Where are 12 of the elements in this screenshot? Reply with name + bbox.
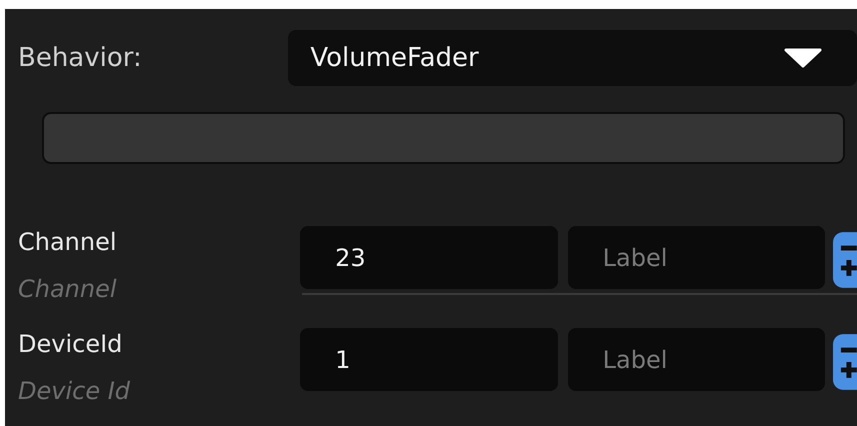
label-field[interactable]: Label xyxy=(568,328,826,391)
caret-icon xyxy=(784,48,822,68)
value-field[interactable]: 23 xyxy=(300,226,558,289)
field-hint: Device Id xyxy=(18,376,132,407)
label-field[interactable]: Label xyxy=(568,226,826,289)
behavior-label: Behavior: xyxy=(17,43,143,73)
behavior-dropdown[interactable]: VolumeFader xyxy=(288,30,857,86)
field-label: Channel xyxy=(18,227,118,258)
value-field[interactable]: 1 xyxy=(300,328,558,391)
field-label: DeviceId xyxy=(18,329,124,360)
field-hint: Channel xyxy=(18,274,118,305)
text-field[interactable] xyxy=(42,112,845,164)
